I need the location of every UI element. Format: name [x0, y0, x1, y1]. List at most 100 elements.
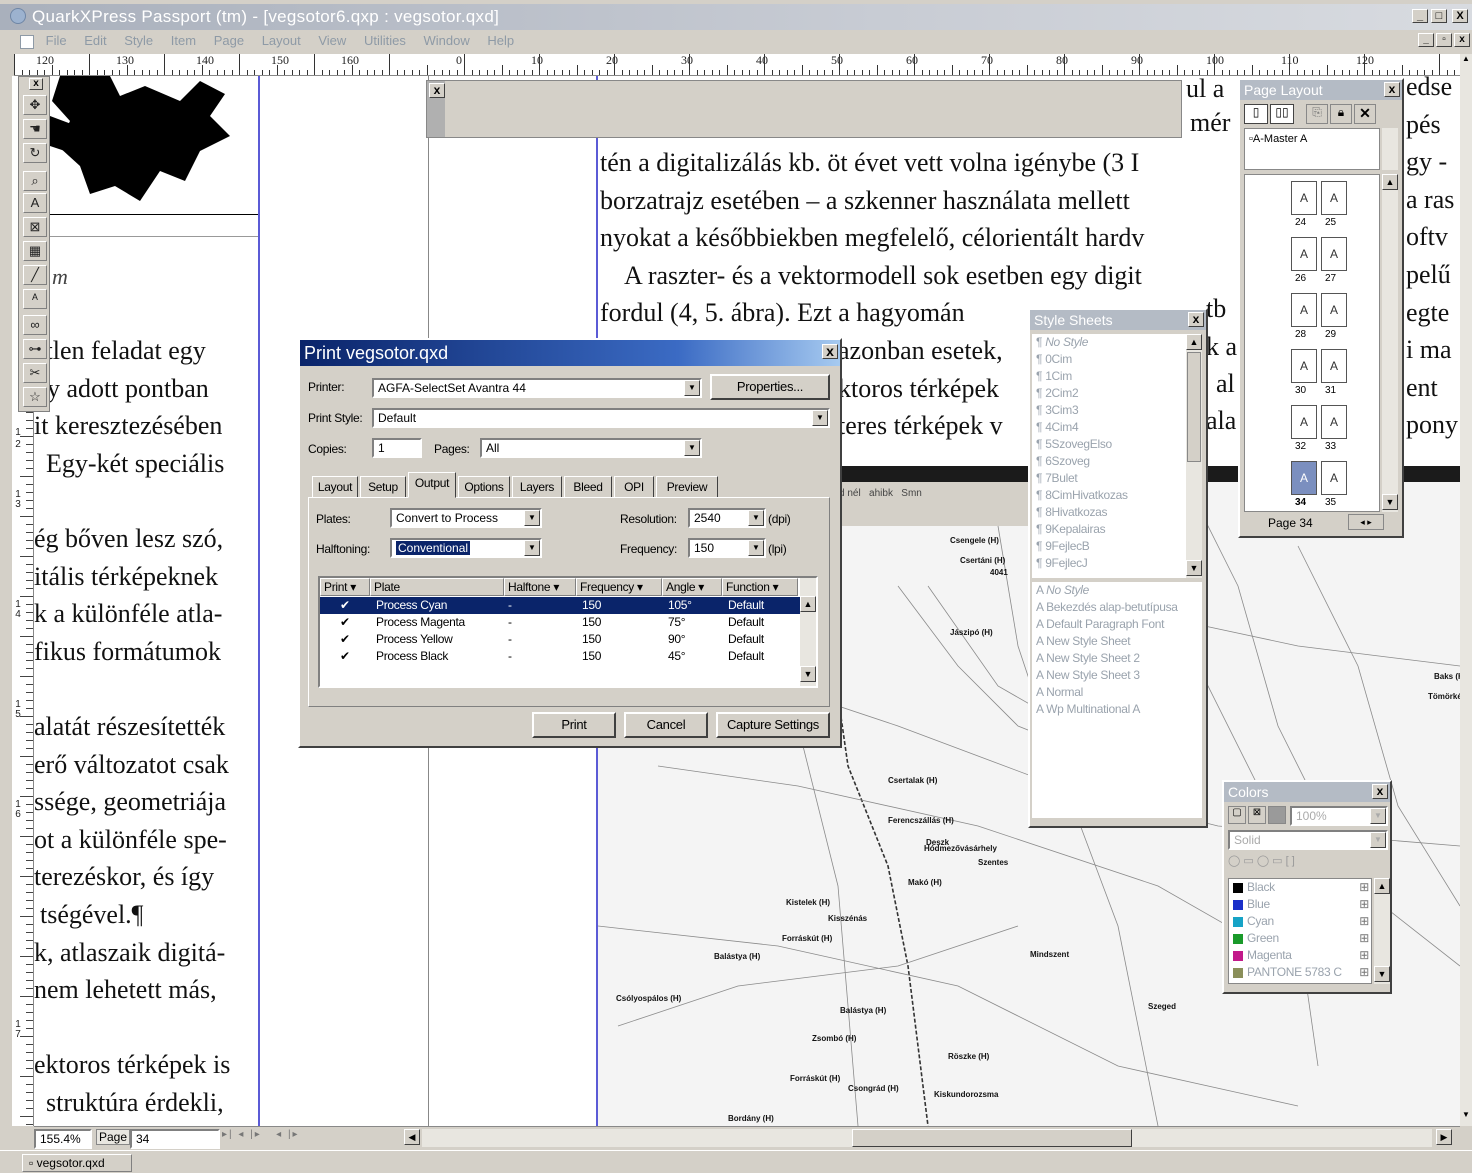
pages-input[interactable]: All ▼: [480, 438, 702, 458]
doc-minimize-icon[interactable]: _: [1418, 33, 1434, 47]
scroll-down-icon[interactable]: ▼: [1374, 966, 1390, 982]
table-tool-icon[interactable]: ▦: [23, 241, 47, 261]
page-thumbnail[interactable]: A: [1291, 181, 1317, 215]
document-pages-list[interactable]: A 24 A 25 A 26 A 27 A 28 A 29 A 30 A 31 A 32 A 33 A 34 A 35: [1244, 174, 1380, 512]
style-sheet-item[interactable]: ¶ 6Szoveg: [1036, 453, 1186, 470]
character-style-item[interactable]: A New Style Sheet: [1036, 633, 1202, 650]
printer-select[interactable]: AGFA-SelectSet Avantra 44 ▼: [372, 378, 702, 398]
style-sheet-item[interactable]: ¶ 8CimHivatkozas: [1036, 487, 1186, 504]
right-text-block[interactable]: tén a digitalizálás kb. öt évet vett vol…: [600, 144, 1240, 332]
menu-layout[interactable]: Layout: [262, 33, 301, 48]
styles-scrollbar[interactable]: ▲ ▼: [1186, 334, 1202, 578]
page-thumbnail[interactable]: A: [1291, 237, 1317, 271]
menu-view[interactable]: View: [318, 33, 346, 48]
artwork-image[interactable]: [50, 76, 260, 216]
menu-utilities[interactable]: Utilities: [364, 33, 406, 48]
zoom-tool-icon[interactable]: ⌕: [23, 171, 47, 191]
plates-select[interactable]: Convert to Process ▼: [390, 508, 542, 528]
page-field[interactable]: 34: [130, 1129, 220, 1149]
page-thumbnail[interactable]: A: [1321, 181, 1347, 215]
col-plate[interactable]: Plate: [370, 578, 504, 596]
palette-close-icon[interactable]: x: [1188, 312, 1204, 327]
properties-button[interactable]: Properties...: [710, 374, 830, 400]
linking-tool-icon[interactable]: ∞: [23, 315, 47, 335]
color-item[interactable]: Green ⊞: [1229, 930, 1371, 947]
table-row[interactable]: ✔ Process Magenta - 150 75° Default: [320, 614, 800, 631]
rotation-tool-icon[interactable]: ↻: [23, 143, 47, 163]
tab-preview[interactable]: Preview: [656, 476, 718, 498]
col-function[interactable]: Function ▾: [722, 578, 798, 596]
tab-layers[interactable]: Layers: [512, 476, 562, 498]
color-item[interactable]: Magenta ⊞: [1229, 947, 1371, 964]
style-sheet-item[interactable]: ¶ 7Bulet: [1036, 470, 1186, 487]
minimize-icon[interactable]: _: [1412, 9, 1428, 23]
style-sheet-item[interactable]: ¶ 4Cim4: [1036, 419, 1186, 436]
col-frequency[interactable]: Frequency ▾: [576, 578, 662, 596]
scroll-down-icon[interactable]: ▼: [1382, 494, 1398, 510]
page-thumbnail[interactable]: A: [1321, 349, 1347, 383]
page-thumbnail[interactable]: A: [1321, 293, 1347, 327]
table-row[interactable]: ✔ Process Yellow - 150 90° Default: [320, 631, 800, 648]
character-styles-list[interactable]: A No Style A Bekezdés alap-betutípusa A De…: [1032, 582, 1202, 818]
print-style-select[interactable]: Default ▼: [372, 408, 830, 428]
character-style-item[interactable]: A Normal: [1036, 684, 1202, 701]
doc-restore-icon[interactable]: ▫: [1436, 33, 1452, 47]
col-halftone[interactable]: Halftone ▾: [504, 578, 576, 596]
blank-facing-pages-icon[interactable]: ▯▯: [1270, 104, 1294, 124]
tab-layout[interactable]: Layout: [312, 476, 358, 498]
page-nav-arrows-icon[interactable]: ◂ ▸: [1348, 514, 1384, 530]
lock-icon[interactable]: 🔒︎: [1330, 104, 1352, 124]
paragraph-styles-list[interactable]: ¶ No Style ¶ 0Cim ¶ 1Cim ¶ 2Cim2 ¶ 3Cim3 ¶ 4C…: [1032, 334, 1186, 578]
page-thumbnail[interactable]: A: [1321, 461, 1347, 495]
colors-scrollbar[interactable]: ▲ ▼: [1374, 878, 1390, 984]
dialog-close-icon[interactable]: x: [822, 344, 838, 359]
scroll-left-icon[interactable]: ◀: [404, 1129, 420, 1145]
gradient-options-icon[interactable]: ◯ ▭ ◯ ▭ [ ]: [1228, 854, 1295, 867]
table-row[interactable]: ✔ Process Black - 150 45° Default: [320, 648, 800, 665]
scrollbar-thumb[interactable]: [852, 1129, 1132, 1147]
halftoning-select[interactable]: Conventional ▼: [390, 538, 542, 558]
color-item[interactable]: Black ⊞: [1229, 879, 1371, 896]
style-sheet-item[interactable]: ¶ 2Cim2: [1036, 385, 1186, 402]
text-box-tool-icon[interactable]: A: [23, 193, 47, 213]
tab-options[interactable]: Options: [458, 476, 510, 498]
tint-select[interactable]: 100% ▼: [1290, 806, 1388, 826]
plates-table[interactable]: Print ▾ Plate Halftone ▾ Frequency ▾ Ang…: [318, 576, 818, 688]
tab-output[interactable]: Output: [408, 472, 456, 498]
character-style-item[interactable]: A Default Paragraph Font: [1036, 616, 1202, 633]
copies-input[interactable]: 1: [372, 438, 422, 458]
style-sheet-item[interactable]: ¶ 9FejlecB: [1036, 538, 1186, 555]
page-thumbnail[interactable]: A: [1321, 237, 1347, 271]
text-box-frame[interactable]: x: [426, 80, 1182, 138]
style-sheet-item[interactable]: ¶ 9Kepalairas: [1036, 521, 1186, 538]
text-path-tool-icon[interactable]: ᴬ: [23, 289, 47, 309]
style-sheet-item[interactable]: ¶ 8Hivatkozas: [1036, 504, 1186, 521]
blank-single-page-icon[interactable]: ▯: [1244, 104, 1268, 124]
capture-settings-button[interactable]: Capture Settings: [716, 712, 830, 738]
menu-window[interactable]: Window: [423, 33, 469, 48]
style-sheet-item[interactable]: ¶ 0Cim: [1036, 351, 1186, 368]
item-tool-icon[interactable]: ✥: [23, 95, 47, 115]
color-item[interactable]: Cyan ⊞: [1229, 913, 1371, 930]
style-sheet-item[interactable]: ¶ 9FejlecJ: [1036, 555, 1186, 572]
delete-page-icon[interactable]: ✕: [1354, 104, 1376, 124]
style-sheet-item[interactable]: ¶ No Style: [1036, 334, 1186, 351]
text-color-icon[interactable]: ⊠: [1248, 806, 1266, 824]
pages-scrollbar[interactable]: ▲ ▼: [1382, 174, 1398, 512]
menu-style[interactable]: Style: [124, 33, 153, 48]
star-tool-icon[interactable]: ☆: [23, 387, 47, 407]
scroll-down-icon[interactable]: ▼: [1460, 1110, 1472, 1124]
tab-opi[interactable]: OPI: [614, 476, 654, 498]
style-sheet-item[interactable]: ¶ 5SzovegElso: [1036, 436, 1186, 453]
character-style-item[interactable]: A No Style: [1036, 582, 1202, 599]
page-thumbnail[interactable]: A: [1291, 461, 1317, 495]
color-item[interactable]: PANTONE 5783 C ⊞: [1229, 964, 1371, 981]
color-item[interactable]: Blue ⊞: [1229, 896, 1371, 913]
page-thumbnail[interactable]: A: [1291, 405, 1317, 439]
character-style-item[interactable]: A Bekezdés alap-betutípusa: [1036, 599, 1202, 616]
menu-help[interactable]: Help: [487, 33, 514, 48]
unlinking-tool-icon[interactable]: ⊶: [23, 339, 47, 359]
fill-select[interactable]: Solid ▼: [1228, 830, 1388, 850]
doc-close-icon[interactable]: x: [1454, 33, 1470, 47]
line-tool-icon[interactable]: ╱: [23, 265, 47, 285]
